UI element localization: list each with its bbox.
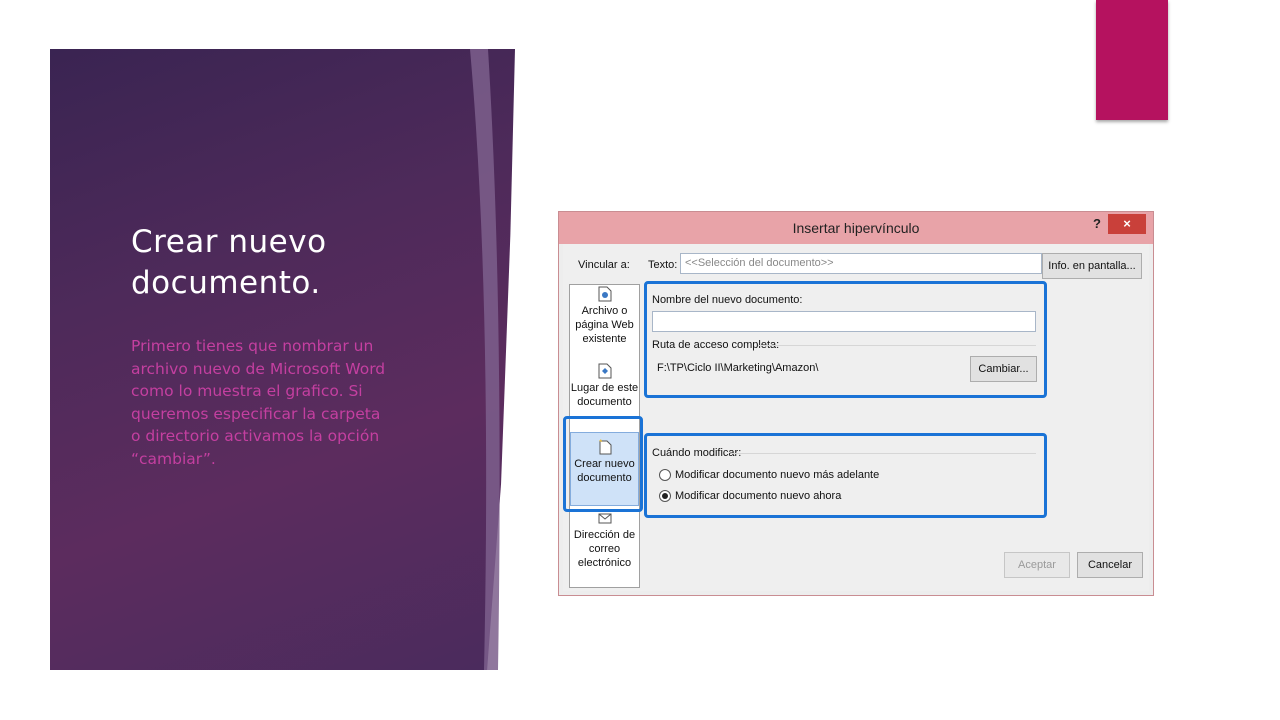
insert-hyperlink-dialog: Insertar hipervínculo ? × Vincular a: Te… bbox=[558, 211, 1154, 596]
highlight-create-new-document bbox=[563, 416, 643, 512]
help-button[interactable]: ? bbox=[1087, 214, 1107, 236]
nav-item-existing-file[interactable]: Archivo o página Web existente bbox=[570, 286, 639, 356]
link-to-label: Vincular a: bbox=[578, 259, 630, 271]
dialog-title: Insertar hipervínculo bbox=[792, 220, 920, 236]
slide-pink-tab bbox=[1096, 0, 1168, 120]
dialog-titlebar[interactable]: Insertar hipervínculo ? × bbox=[559, 212, 1153, 244]
nav-item-label: Dirección de correo electrónico bbox=[573, 529, 636, 569]
highlight-new-document-name bbox=[644, 281, 1047, 398]
file-web-icon bbox=[598, 286, 611, 302]
email-icon bbox=[598, 513, 611, 524]
document-place-icon bbox=[598, 363, 611, 379]
nav-item-label: Lugar de este documento bbox=[570, 382, 639, 408]
slide-decorative-stripe bbox=[470, 49, 500, 670]
ok-button[interactable]: Aceptar bbox=[1004, 552, 1070, 578]
text-label: Texto: bbox=[648, 259, 678, 271]
text-to-display-input[interactable]: <<Selección del documento>> bbox=[680, 253, 1042, 274]
cancel-button[interactable]: Cancelar bbox=[1077, 552, 1143, 578]
highlight-when-to-edit bbox=[644, 433, 1047, 518]
nav-item-email-address[interactable]: Dirección de correo electrónico bbox=[570, 510, 639, 588]
screentip-button[interactable]: Info. en pantalla... bbox=[1042, 253, 1142, 279]
close-button[interactable]: × bbox=[1108, 214, 1146, 234]
slide-body-text: Primero tienes que nombrar un archivo nu… bbox=[131, 337, 386, 468]
nav-item-place-in-document[interactable]: Lugar de este documento bbox=[570, 363, 639, 423]
nav-item-label: Archivo o página Web existente bbox=[575, 305, 634, 345]
slide-title: Crear nuevo documento. bbox=[131, 224, 327, 301]
